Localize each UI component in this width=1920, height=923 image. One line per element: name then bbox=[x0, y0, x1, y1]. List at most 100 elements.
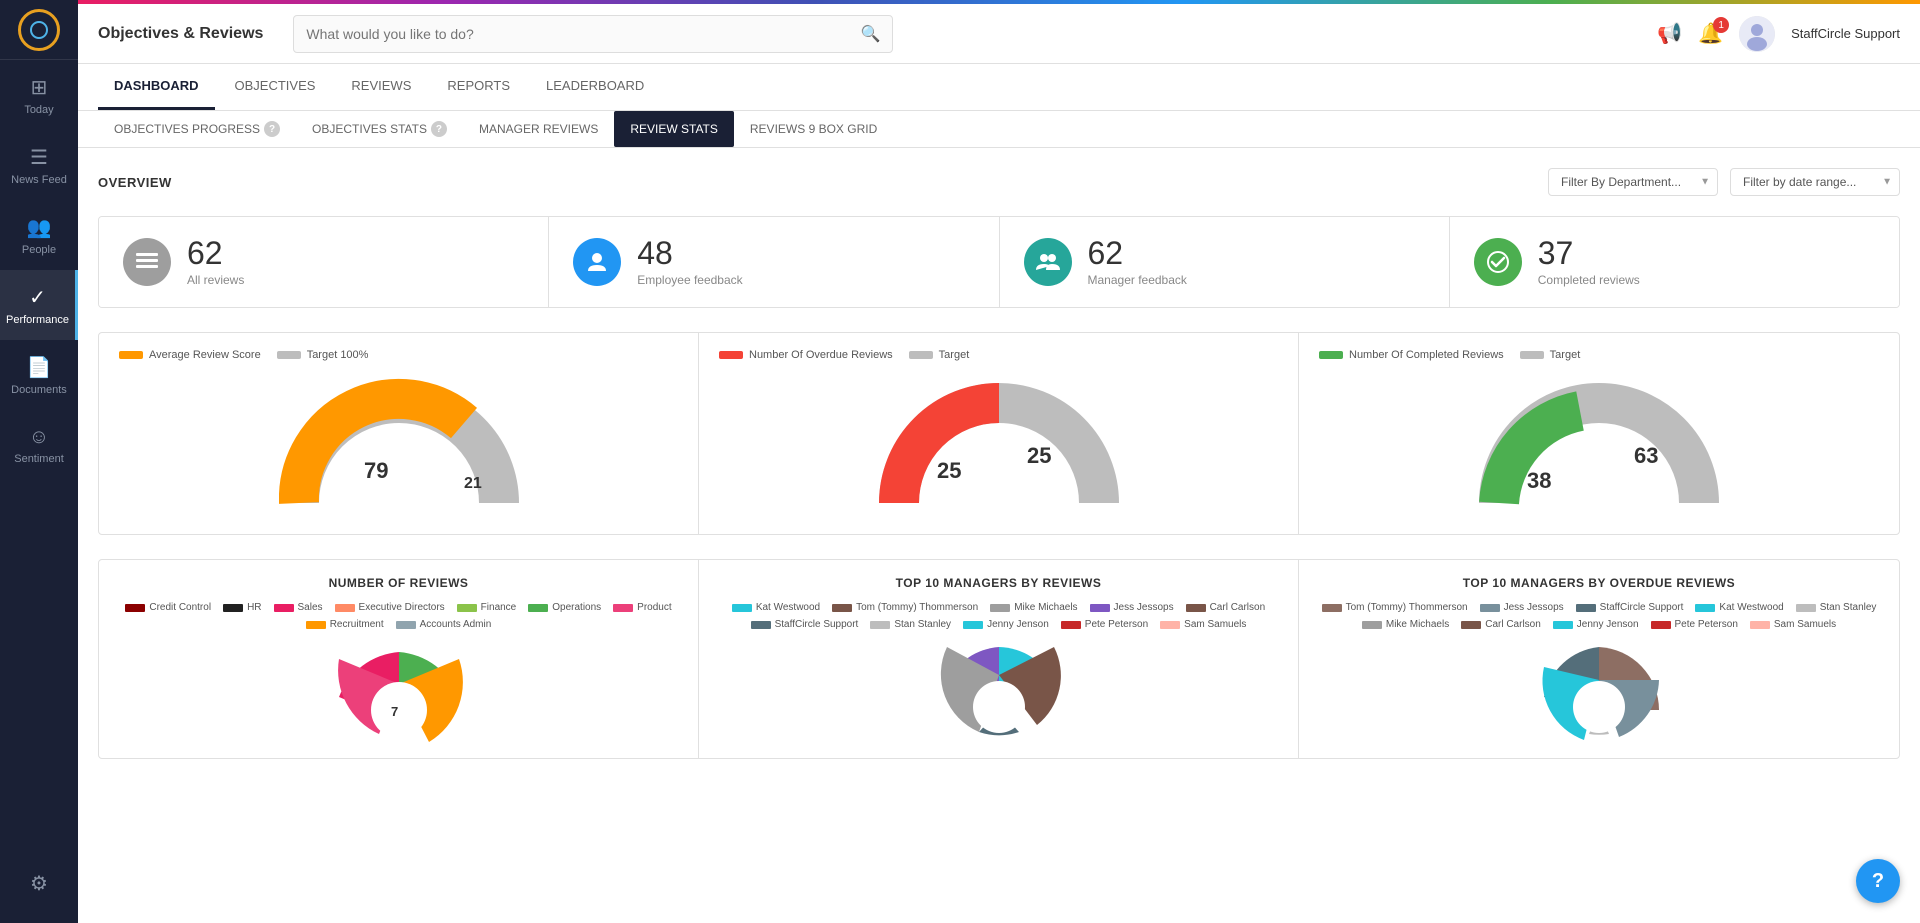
legend-recruitment: Recruitment bbox=[306, 619, 384, 630]
legend-sales: Sales bbox=[274, 602, 323, 613]
top10-reviews-legend: Kat Westwood Tom (Tommy) Thommerson Mike… bbox=[719, 602, 1278, 630]
today-icon: ⊞ bbox=[31, 75, 48, 100]
tab-obj-stats[interactable]: OBJECTIVES STATS ? bbox=[296, 111, 463, 147]
employee-feedback-label: Employee feedback bbox=[637, 273, 742, 287]
completed-reviews-number: 37 bbox=[1538, 237, 1640, 269]
notification-bell-icon[interactable]: 🔔 1 bbox=[1698, 21, 1723, 46]
legend-dot-green bbox=[1319, 351, 1343, 359]
tab-objectives[interactable]: OBJECTIVES bbox=[219, 64, 332, 110]
manager-feedback-number: 62 bbox=[1088, 237, 1187, 269]
bottom-charts: NUMBER OF REVIEWS Credit Control HR S bbox=[98, 559, 1900, 759]
sidebar-item-today[interactable]: ⊞ Today bbox=[0, 60, 78, 130]
sidebar-item-label: News Feed bbox=[11, 174, 67, 186]
stat-employee-feedback: 48 Employee feedback bbox=[549, 217, 999, 307]
svg-text:25: 25 bbox=[1027, 443, 1051, 468]
chart-completed-reviews: Number Of Completed Reviews Target 38 bbox=[1299, 333, 1899, 534]
announcement-icon[interactable]: 📢 bbox=[1657, 21, 1682, 46]
sidebar-bottom: ⚙ bbox=[0, 853, 78, 913]
settings-button[interactable]: ⚙ bbox=[0, 853, 78, 913]
pie-num-reviews: 7 bbox=[119, 642, 678, 742]
documents-icon: 📄 bbox=[27, 355, 52, 380]
tab-reports[interactable]: REPORTS bbox=[431, 64, 526, 110]
sidebar-item-sentiment[interactable]: ☺ Sentiment bbox=[0, 410, 78, 480]
page-title: Objectives & Reviews bbox=[98, 25, 263, 43]
people-icon: 👥 bbox=[27, 215, 52, 240]
legend-completed: Number Of Completed Reviews bbox=[1319, 349, 1504, 361]
primary-tabs: DASHBOARD OBJECTIVES REVIEWS REPORTS LEA… bbox=[78, 64, 1920, 111]
tab-obj-progress[interactable]: OBJECTIVES PROGRESS ? bbox=[98, 111, 296, 147]
user-name: StaffCircle Support bbox=[1791, 26, 1900, 41]
svg-text:63: 63 bbox=[1634, 443, 1658, 468]
date-filter-wrapper: Filter by date range... bbox=[1730, 168, 1900, 196]
tab-reviews[interactable]: REVIEWS bbox=[335, 64, 427, 110]
main-content: Objectives & Reviews 🔍 📢 🔔 1 StaffCircle… bbox=[78, 0, 1920, 923]
panel-num-reviews: NUMBER OF REVIEWS Credit Control HR S bbox=[99, 560, 699, 758]
sidebar-item-people[interactable]: 👥 People bbox=[0, 200, 78, 270]
chart-overdue-reviews: Number Of Overdue Reviews Target 25 bbox=[699, 333, 1299, 534]
employee-feedback-icon bbox=[573, 238, 621, 286]
search-icon: 🔍 bbox=[861, 24, 881, 44]
secondary-tabs: OBJECTIVES PROGRESS ? OBJECTIVES STATS ?… bbox=[78, 111, 1920, 148]
overview-header: OVERVIEW Filter By Department... Filter … bbox=[98, 168, 1900, 196]
all-reviews-icon bbox=[123, 238, 171, 286]
chart-legend-completed: Number Of Completed Reviews Target bbox=[1319, 349, 1580, 361]
legend-operations: Operations bbox=[528, 602, 601, 613]
legend-dot-gray bbox=[277, 351, 301, 359]
tab-dashboard[interactable]: DASHBOARD bbox=[98, 64, 215, 110]
svg-text:38: 38 bbox=[1527, 468, 1551, 493]
logo-circle bbox=[18, 9, 60, 51]
avatar bbox=[1739, 16, 1775, 52]
svg-text:21: 21 bbox=[464, 475, 482, 492]
completed-reviews-label: Completed reviews bbox=[1538, 273, 1640, 287]
sidebar-item-documents[interactable]: 📄 Documents bbox=[0, 340, 78, 410]
legend-finance: Finance bbox=[457, 602, 517, 613]
tab-leaderboard[interactable]: LEADERBOARD bbox=[530, 64, 660, 110]
legend-accounts-admin: Accounts Admin bbox=[396, 619, 492, 630]
all-reviews-number: 62 bbox=[187, 237, 244, 269]
tab-reviews-9box[interactable]: REVIEWS 9 BOX GRID bbox=[734, 111, 893, 147]
employee-feedback-number: 48 bbox=[637, 237, 742, 269]
performance-icon: ✓ bbox=[29, 285, 46, 310]
pie-top10-overdue bbox=[1319, 642, 1879, 742]
app-logo[interactable] bbox=[0, 0, 78, 60]
help-icon-obj-stats[interactable]: ? bbox=[431, 121, 447, 137]
stat-manager-feedback: 62 Manager feedback bbox=[1000, 217, 1450, 307]
notification-badge: 1 bbox=[1713, 17, 1729, 33]
date-filter[interactable]: Filter by date range... bbox=[1730, 168, 1900, 196]
help-icon-obj-progress[interactable]: ? bbox=[264, 121, 280, 137]
legend-overdue: Number Of Overdue Reviews bbox=[719, 349, 893, 361]
manager-feedback-label: Manager feedback bbox=[1088, 273, 1187, 287]
sidebar-item-newsfeed[interactable]: ☰ News Feed bbox=[0, 130, 78, 200]
num-reviews-legend: Credit Control HR Sales Executive D bbox=[119, 602, 678, 630]
svg-text:25: 25 bbox=[937, 458, 961, 483]
tab-manager-reviews[interactable]: MANAGER REVIEWS bbox=[463, 111, 614, 147]
sidebar-item-label: Today bbox=[24, 104, 53, 116]
legend-target-completed: Target bbox=[1520, 349, 1581, 361]
sidebar-item-label: People bbox=[22, 244, 56, 256]
search-box[interactable]: 🔍 bbox=[293, 15, 893, 53]
panel-top10-overdue-title: TOP 10 MANAGERS BY OVERDUE REVIEWS bbox=[1319, 576, 1879, 590]
sidebar: ⊞ Today ☰ News Feed 👥 People ✓ Performan… bbox=[0, 0, 78, 923]
legend-target: Target 100% bbox=[277, 349, 369, 361]
panel-top10-reviews: TOP 10 MANAGERS BY REVIEWS Kat Westwood … bbox=[699, 560, 1299, 758]
all-reviews-label: All reviews bbox=[187, 273, 244, 287]
topbar: Objectives & Reviews 🔍 📢 🔔 1 StaffCircle… bbox=[78, 4, 1920, 64]
svg-text:7: 7 bbox=[391, 704, 398, 719]
search-input[interactable] bbox=[306, 26, 860, 42]
sidebar-item-label: Documents bbox=[11, 384, 67, 396]
semichart-completed: 38 63 bbox=[1479, 373, 1719, 518]
stats-row: 62 All reviews 48 Employee feedback bbox=[98, 216, 1900, 308]
dept-filter[interactable]: Filter By Department... bbox=[1548, 168, 1718, 196]
panel-num-reviews-title: NUMBER OF REVIEWS bbox=[119, 576, 678, 590]
legend-dot-gray3 bbox=[1520, 351, 1544, 359]
pie-top10-reviews bbox=[719, 642, 1278, 742]
avatar-svg bbox=[1739, 16, 1775, 52]
tab-review-stats[interactable]: REVIEW STATS bbox=[614, 111, 734, 147]
legend-product: Product bbox=[613, 602, 671, 613]
sentiment-icon: ☺ bbox=[29, 426, 49, 449]
chart-avg-review-score: Average Review Score Target 100% bbox=[99, 333, 699, 534]
sidebar-item-label: Performance bbox=[6, 314, 69, 326]
help-float-button[interactable]: ? bbox=[1856, 859, 1900, 903]
sidebar-item-performance[interactable]: ✓ Performance bbox=[0, 270, 78, 340]
panel-top10-reviews-title: TOP 10 MANAGERS BY REVIEWS bbox=[719, 576, 1278, 590]
